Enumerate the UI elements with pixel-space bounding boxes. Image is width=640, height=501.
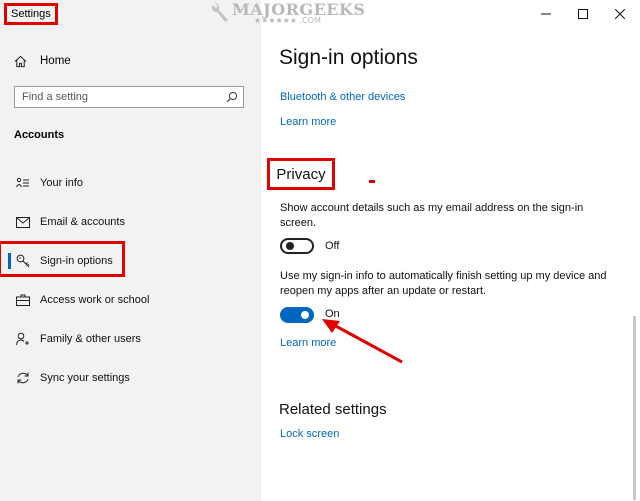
sidebar-item-home[interactable]: Home (14, 52, 71, 70)
section-title: Accounts (14, 129, 65, 141)
sidebar: Settings Home Accounts Your info (0, 0, 261, 501)
sidebar-item-access-work-school[interactable]: Access work or school (8, 286, 253, 314)
toggle-knob (286, 242, 294, 250)
page-title: Sign-in options (279, 46, 418, 69)
annotation-arrow-icon (322, 319, 403, 364)
highlight-box (0, 241, 125, 277)
person-card-icon (13, 177, 33, 189)
toggle-knob (301, 311, 309, 319)
sidebar-item-label: Family & other users (40, 333, 141, 345)
mail-icon (13, 216, 33, 228)
lock-screen-link[interactable]: Lock screen (280, 428, 339, 440)
sidebar-item-sync-settings[interactable]: Sync your settings (8, 364, 253, 392)
wrench-logo-icon (211, 2, 228, 22)
sidebar-item-family-users[interactable]: Family & other users (8, 325, 253, 353)
related-settings-heading: Related settings (279, 401, 387, 418)
home-label: Home (40, 55, 71, 67)
privacy-heading: Privacy (267, 158, 335, 190)
show-account-details-toggle[interactable] (280, 238, 314, 254)
scrollbar[interactable] (633, 316, 636, 500)
annotation-mark (369, 180, 375, 183)
sidebar-item-label: Sync your settings (40, 372, 130, 384)
search-box[interactable] (14, 86, 244, 108)
minimize-button[interactable] (526, 3, 566, 25)
show-account-details-text: Show account details such as my email ad… (280, 202, 584, 229)
watermark: MAJORGEEKS ★★★★★★ .COM (210, 0, 365, 28)
window-title: Settings (4, 3, 58, 25)
sidebar-item-label: Your info (40, 177, 84, 189)
sidebar-item-label: Email & accounts (40, 216, 125, 228)
watermark-suffix: ★★★★★★ .COM (254, 16, 321, 25)
content-pane (261, 0, 640, 501)
close-icon (615, 9, 625, 19)
use-sign-in-info-toggle[interactable] (280, 307, 314, 323)
minimize-icon (541, 13, 551, 15)
maximize-icon (578, 9, 588, 19)
learn-more-link[interactable]: Learn more (280, 116, 336, 128)
search-input[interactable] (15, 87, 221, 107)
sidebar-item-your-info[interactable]: Your info (8, 169, 253, 197)
briefcase-icon (13, 294, 33, 306)
maximize-button[interactable] (563, 3, 603, 25)
person-add-icon (13, 332, 33, 346)
home-icon (14, 55, 27, 67)
close-button[interactable] (600, 3, 640, 25)
sidebar-item-label: Access work or school (40, 294, 150, 306)
use-sign-in-info-text: Use my sign-in info to automatically fin… (280, 270, 607, 297)
search-icon[interactable] (221, 91, 243, 103)
bluetooth-devices-link[interactable]: Bluetooth & other devices (280, 91, 405, 103)
sidebar-item-email-accounts[interactable]: Email & accounts (8, 208, 253, 236)
sync-icon (13, 371, 33, 385)
toggle-state-off: Off (325, 240, 340, 252)
